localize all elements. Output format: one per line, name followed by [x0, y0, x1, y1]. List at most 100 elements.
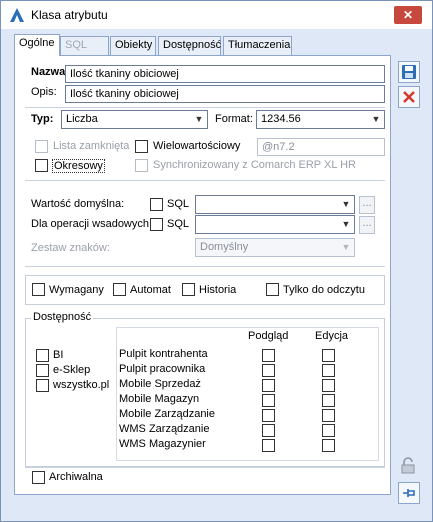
dialog-window: Klasa atrybutu ✕ Ogólne SQL Obiekty Dost… — [0, 0, 433, 522]
name-label: Nazwa: — [31, 66, 69, 78]
edit-checkbox[interactable] — [322, 379, 335, 392]
description-label: Opis: — [31, 86, 57, 98]
lock-icon — [401, 457, 415, 474]
title-bar: Klasa atrybutu ✕ — [1, 1, 432, 29]
cancel-button[interactable] — [398, 86, 420, 108]
edit-column-header: Edycja — [315, 330, 349, 342]
availability-row-label: Mobile Sprzedaż — [119, 378, 201, 390]
periodic-label: Okresowy — [52, 159, 105, 173]
readonly-label: Tylko do odczytu — [283, 284, 365, 296]
app-label-bi: BI — [53, 349, 64, 361]
lock-button[interactable] — [398, 456, 420, 478]
format-code-field: @n7.2 — [257, 138, 385, 156]
tab-dostepnosc[interactable]: Dostępność — [158, 36, 221, 55]
app-logo-icon — [10, 8, 24, 22]
format-label: Format: — [215, 113, 253, 125]
preview-checkbox[interactable] — [262, 394, 275, 407]
format-select-value: 1234.56 — [261, 113, 301, 125]
availability-row-label: Mobile Zarządzanie — [119, 408, 215, 420]
default-value-more-button[interactable]: ... — [359, 196, 375, 214]
edit-checkbox[interactable] — [322, 394, 335, 407]
pin-icon — [403, 489, 415, 497]
general-tab-panel: Nazwa: Ilość tkaniny obiciowej Opis: Ilo… — [14, 55, 391, 495]
edit-checkbox[interactable] — [322, 439, 335, 452]
batch-value-select[interactable]: ▼ — [195, 215, 355, 234]
preview-checkbox[interactable] — [262, 364, 275, 377]
chevron-down-icon: ▼ — [194, 114, 204, 124]
charset-label: Zestaw znaków: — [31, 242, 110, 254]
default-sql-checkbox[interactable] — [150, 198, 163, 211]
divider — [25, 266, 385, 267]
app-checkbox-wszystko[interactable] — [36, 379, 49, 392]
archive-checkbox[interactable] — [32, 471, 45, 484]
divider — [25, 180, 385, 181]
batch-value-more-button[interactable]: ... — [359, 216, 375, 234]
type-select-value: Liczba — [66, 113, 98, 125]
description-field[interactable]: Ilość tkaniny obiciowej — [65, 85, 385, 103]
floppy-disk-icon — [402, 65, 416, 79]
availability-title: Dostępność — [31, 311, 94, 323]
type-select[interactable]: Liczba ▼ — [61, 110, 208, 129]
periodic-checkbox[interactable] — [35, 159, 48, 172]
batch-sql-label: SQL — [167, 218, 190, 230]
batch-sql-checkbox[interactable] — [150, 218, 163, 231]
required-label: Wymagany — [49, 284, 104, 296]
preview-checkbox[interactable] — [262, 379, 275, 392]
charset-select-value: Domyślny — [200, 241, 249, 253]
chevron-down-icon: ▼ — [341, 242, 351, 252]
archive-label: Archiwalna — [49, 471, 103, 483]
save-button[interactable] — [398, 61, 420, 83]
divider — [25, 467, 385, 468]
required-checkbox[interactable] — [32, 283, 45, 296]
readonly-checkbox[interactable] — [266, 283, 279, 296]
availability-row-label: WMS Zarządzanie — [119, 423, 210, 435]
auto-checkbox[interactable] — [113, 283, 126, 296]
closed-list-checkbox — [35, 140, 48, 153]
format-select[interactable]: 1234.56 ▼ — [256, 110, 385, 129]
tab-obiekty[interactable]: Obiekty — [110, 36, 156, 55]
preview-checkbox[interactable] — [262, 349, 275, 362]
availability-row-label: Pulpit pracownika — [119, 363, 206, 375]
edit-checkbox[interactable] — [322, 409, 335, 422]
preview-checkbox[interactable] — [262, 424, 275, 437]
multivalue-label: Wielowartościowy — [153, 140, 241, 152]
edit-checkbox[interactable] — [322, 424, 335, 437]
window-title: Klasa atrybutu — [31, 8, 108, 22]
batch-label: Dla operacji wsadowych: — [31, 218, 153, 230]
app-checkbox-esklep[interactable] — [36, 364, 49, 377]
chevron-down-icon: ▼ — [371, 114, 381, 124]
chevron-down-icon: ▼ — [341, 219, 351, 229]
close-icon — [403, 91, 415, 103]
chevron-down-icon: ▼ — [341, 199, 351, 209]
close-window-button[interactable]: ✕ — [394, 6, 422, 24]
tab-tlumaczenia[interactable]: Tłumaczenia — [223, 36, 292, 55]
preview-column-header: Podgląd — [248, 330, 289, 342]
history-label: Historia — [199, 284, 237, 296]
tab-sql: SQL — [60, 36, 109, 55]
availability-row-label: WMS Magazynier — [119, 438, 206, 450]
preview-checkbox[interactable] — [262, 439, 275, 452]
sync-checkbox — [135, 159, 148, 172]
app-label-esklep: e-Sklep — [53, 364, 91, 376]
charset-select: Domyślny ▼ — [195, 238, 355, 257]
multivalue-checkbox[interactable] — [135, 140, 148, 153]
sync-label: Synchronizowany z Comarch ERP XL HR — [153, 159, 356, 171]
edit-checkbox[interactable] — [322, 364, 335, 377]
tab-ogolne[interactable]: Ogólne — [14, 34, 60, 56]
app-checkbox-bi[interactable] — [36, 349, 49, 362]
type-label: Typ: — [31, 113, 54, 125]
availability-row-label: Mobile Magazyn — [119, 393, 200, 405]
history-checkbox[interactable] — [182, 283, 195, 296]
preview-checkbox[interactable] — [262, 409, 275, 422]
name-field[interactable]: Ilość tkaniny obiciowej — [65, 65, 385, 83]
pin-button[interactable] — [398, 482, 420, 504]
divider — [25, 107, 385, 108]
edit-checkbox[interactable] — [322, 349, 335, 362]
app-label-wszystko: wszystko.pl — [53, 379, 110, 391]
default-sql-label: SQL — [167, 198, 190, 210]
default-value-label: Wartość domyślna: — [31, 198, 125, 210]
default-value-select[interactable]: ▼ — [195, 195, 355, 214]
closed-list-label: Lista zamknięta — [53, 140, 130, 152]
availability-row-label: Pulpit kontrahenta — [119, 348, 208, 360]
auto-label: Automat — [130, 284, 171, 296]
